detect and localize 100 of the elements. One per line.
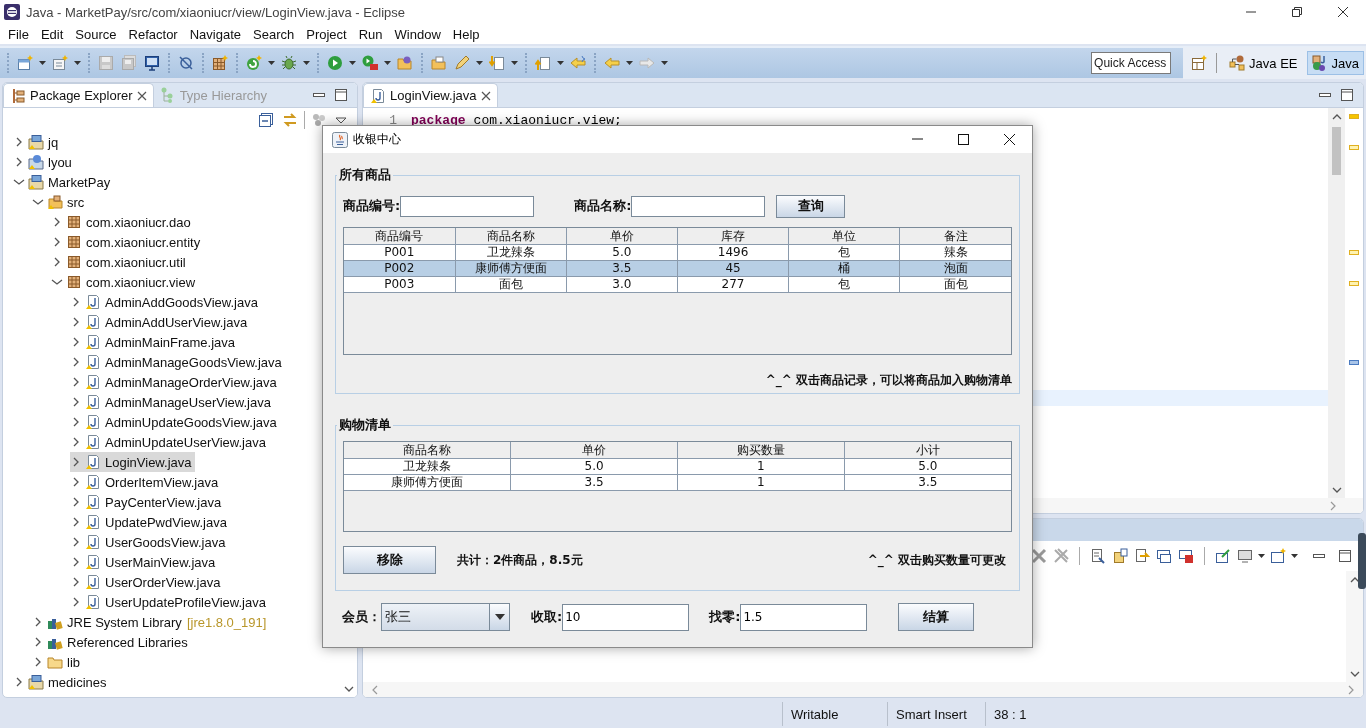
tree-item[interactable]: AdminUpdateGoodsView.java (70, 412, 280, 432)
close-icon[interactable] (1338, 7, 1348, 17)
collapse-all-icon[interactable] (258, 112, 274, 128)
scroll-left-icon[interactable] (371, 684, 379, 695)
open-perspective-icon[interactable] (1191, 55, 1208, 71)
refresh-icon[interactable] (246, 55, 262, 71)
search-field[interactable] (400, 195, 535, 217)
tree-item[interactable]: src (32, 192, 88, 212)
column-header[interactable]: 单价 (510, 442, 678, 458)
clear-icon[interactable] (1031, 548, 1047, 564)
scroll-right-icon[interactable] (1329, 500, 1337, 511)
tree-item[interactable]: UserOrderView.java (70, 572, 224, 592)
tree-item[interactable]: lyou (13, 152, 75, 172)
monitor-icon[interactable] (144, 55, 160, 71)
scroll-down-icon[interactable] (343, 684, 354, 693)
tree-item[interactable]: com.xiaoniucr.util (51, 252, 189, 272)
caret-icon[interactable] (348, 59, 357, 67)
tree-item[interactable]: AdminManageOrderView.java (70, 372, 280, 392)
quick-access-field[interactable]: Quick Access (1091, 52, 1172, 74)
maximize-icon[interactable] (1339, 550, 1351, 562)
tree-item[interactable]: AdminAddUserView.java (70, 312, 251, 332)
caret-icon[interactable] (475, 59, 484, 67)
grid-icon[interactable] (212, 55, 228, 71)
dots-icon[interactable] (311, 112, 327, 128)
tree-item[interactable]: AdminMainFrame.java (70, 332, 239, 352)
tree-item[interactable]: AdminUpdateUserView.java (70, 432, 269, 452)
menu-item[interactable]: Window (388, 26, 447, 42)
checkout-button[interactable]: 结算 (898, 603, 975, 631)
caret-icon[interactable] (1290, 552, 1299, 560)
menu-item[interactable]: Edit (34, 26, 70, 42)
tree-item[interactable]: UpdatePwdView.java (70, 512, 230, 532)
close-icon[interactable] (480, 90, 491, 101)
menu-item[interactable]: Run (352, 26, 389, 42)
column-header[interactable]: 单位 (788, 228, 900, 244)
table-row[interactable]: P001 卫龙辣条 5.0 1496 包 辣条 (344, 244, 1011, 260)
tree-item[interactable]: UserMainView.java (70, 552, 219, 572)
tree-item[interactable]: AdminManageGoodsView.java (70, 352, 285, 372)
maximize-icon[interactable] (1341, 89, 1353, 101)
tree-item[interactable]: PayCenterView.java (70, 492, 225, 512)
scroll-down-icon[interactable] (1331, 485, 1342, 494)
maximize-icon[interactable] (957, 134, 969, 145)
maximize-icon[interactable] (335, 89, 347, 101)
tree-item[interactable]: Referenced Libraries (32, 632, 191, 652)
table-row[interactable]: 康师傅方便面 3.5 1 3.5 (344, 474, 1011, 490)
table-row[interactable]: P002 康师傅方便面 3.5 45 桶 泡面 (344, 260, 1011, 276)
tree-item[interactable]: LoginView.java (70, 452, 195, 472)
folder-icon[interactable] (431, 55, 447, 71)
tree-item[interactable]: lib (32, 652, 83, 672)
caret-icon[interactable] (302, 59, 311, 67)
scrollbar[interactable] (363, 682, 1363, 697)
column-header[interactable]: 购买数量 (677, 442, 845, 458)
column-header[interactable]: 商品名称 (455, 228, 567, 244)
tree-item[interactable]: AdminAddGoodsView.java (70, 292, 261, 312)
view-tab[interactable]: Package Explorer (3, 83, 154, 107)
column-header[interactable]: 备注 (899, 228, 1011, 244)
column-header[interactable]: 库存 (677, 228, 789, 244)
menu-item[interactable]: Source (69, 26, 123, 42)
menu-item[interactable]: Navigate (183, 26, 247, 42)
caret-icon[interactable] (73, 59, 82, 67)
pencil-icon[interactable] (454, 55, 470, 71)
scroll-up-icon[interactable] (1331, 112, 1342, 121)
column-header[interactable]: 商品编号 (344, 228, 456, 244)
close-icon[interactable] (1003, 134, 1015, 145)
menu-item[interactable]: Refactor (122, 26, 184, 42)
column-header[interactable]: 商品名称 (344, 442, 511, 458)
crossed-circle-icon[interactable] (178, 55, 194, 71)
caret-icon[interactable] (660, 59, 669, 67)
tree-item[interactable]: medicines (13, 672, 110, 692)
restore-icon[interactable] (1292, 7, 1302, 17)
windows-icon[interactable] (1178, 548, 1194, 564)
run-external-icon[interactable] (362, 55, 378, 71)
menu-item[interactable]: Search (247, 26, 301, 42)
tree-item[interactable]: OrderItemView.java (70, 472, 222, 492)
editor-tab[interactable]: LoginView.java (363, 83, 498, 107)
document-icon[interactable] (1090, 548, 1106, 564)
perspective-button[interactable]: Java (1306, 51, 1364, 75)
run-icon[interactable] (327, 55, 343, 71)
new-window-icon[interactable] (1270, 548, 1286, 564)
member-dropdown[interactable]: 张三 (381, 603, 510, 631)
remove-button[interactable]: 移除 (343, 546, 436, 574)
scrollbar[interactable] (1328, 108, 1345, 498)
menu-item[interactable]: File (2, 26, 35, 42)
menu-item[interactable]: Project (300, 26, 353, 42)
windows-icon[interactable] (1156, 548, 1172, 564)
received-field[interactable]: 10 (562, 603, 690, 631)
tree-item[interactable]: AdminManageUserView.java (70, 392, 274, 412)
caret-icon[interactable] (38, 59, 47, 67)
query-button[interactable]: 查询 (776, 194, 846, 218)
column-header[interactable]: 小计 (844, 442, 1011, 458)
new-window-icon[interactable] (17, 55, 33, 71)
table-row[interactable]: 卫龙辣条 5.0 1 5.0 (344, 458, 1011, 474)
menu-item[interactable]: Help (446, 26, 486, 42)
tree-item[interactable]: MarketPay (13, 172, 114, 192)
document-arrow-icon[interactable] (489, 55, 505, 71)
scrollbar[interactable] (1346, 571, 1363, 682)
document-arrow-icon[interactable] (535, 55, 551, 71)
new-class-icon[interactable] (52, 55, 68, 71)
tree-item[interactable]: com.xiaoniucr.view (51, 272, 199, 292)
lock-icon[interactable] (1112, 548, 1128, 564)
caret-icon[interactable] (267, 59, 276, 67)
